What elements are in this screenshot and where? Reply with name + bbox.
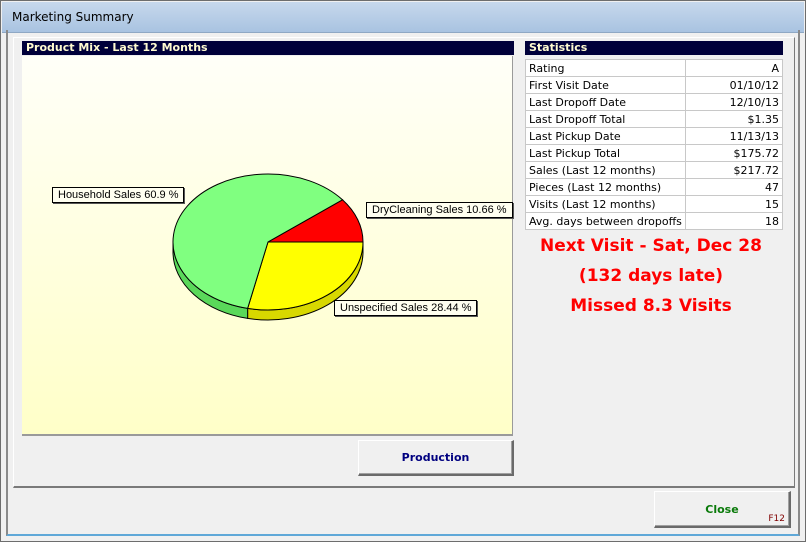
statistics-row: Last Dropoff Date 12/10/13 — [525, 93, 784, 111]
pie-chart — [172, 173, 364, 321]
statistics-header: Statistics — [525, 41, 783, 55]
statistic-label: Sales (Last 12 months) — [525, 161, 686, 179]
statistics-row: Visits (Last 12 months) 15 — [525, 195, 784, 213]
pie-label-drycleaning: DryCleaning Sales 10.66 % — [366, 202, 513, 218]
statistic-label: Visits (Last 12 months) — [525, 195, 686, 213]
statistic-value: $1.35 — [684, 110, 784, 128]
statistic-label: Last Dropoff Total — [525, 110, 686, 128]
statistics-row: Last Pickup Date 11/13/13 — [525, 127, 784, 145]
days-late-alert: (132 days late) — [578, 266, 724, 286]
statistic-label: Avg. days between dropoffs — [525, 212, 686, 230]
close-shortcut-key: F12 — [768, 514, 785, 524]
statistic-value: $217.72 — [684, 161, 784, 179]
statistics-row: Avg. days between dropoffs 18 — [525, 212, 784, 230]
statistic-value: 11/13/13 — [684, 127, 784, 145]
close-button-label: Close — [705, 503, 739, 516]
statistics-row: Rating A — [525, 59, 784, 77]
statistic-value: 01/10/12 — [684, 76, 784, 94]
statistic-value: 12/10/13 — [684, 93, 784, 111]
statistic-label: Last Pickup Total — [525, 144, 686, 162]
statistics-row: Sales (Last 12 months) $217.72 — [525, 161, 784, 179]
title-bar[interactable]: Marketing Summary — [2, 2, 804, 33]
statistic-label: Last Pickup Date — [525, 127, 686, 145]
product-mix-header: Product Mix - Last 12 Months — [22, 41, 514, 55]
statistics-row: Last Pickup Total $175.72 — [525, 144, 784, 162]
window-title: Marketing Summary — [12, 10, 134, 24]
production-button[interactable]: Production — [358, 440, 514, 476]
statistic-value: 18 — [684, 212, 784, 230]
pie-label-unspecified: Unspecified Sales 28.44 % — [334, 300, 478, 316]
statistic-label: Rating — [525, 59, 686, 77]
statistic-value: A — [684, 59, 784, 77]
product-mix-chart: DryCleaning Sales 10.66 % Unspecified Sa… — [22, 56, 513, 436]
missed-visits-alert: Missed 8.3 Visits — [570, 296, 732, 316]
statistic-value: 47 — [684, 178, 784, 196]
close-button[interactable]: Close F12 — [654, 491, 791, 528]
production-button-label: Production — [401, 451, 470, 464]
statistics-row: Last Dropoff Total $1.35 — [525, 110, 784, 128]
next-visit-alert: Next Visit - Sat, Dec 28 — [540, 236, 762, 256]
statistic-value: 15 — [684, 195, 784, 213]
statistics-table: Rating A First Visit Date 01/10/12 Last Drop… — [525, 59, 784, 230]
pie-label-household: Household Sales 60.9 % — [52, 187, 185, 203]
statistic-label: Pieces (Last 12 months) — [525, 178, 686, 196]
statistics-row: First Visit Date 01/10/12 — [525, 76, 784, 94]
statistic-label: Last Dropoff Date — [525, 93, 686, 111]
statistic-label: First Visit Date — [525, 76, 686, 94]
statistics-row: Pieces (Last 12 months) 47 — [525, 178, 784, 196]
statistic-value: $175.72 — [684, 144, 784, 162]
